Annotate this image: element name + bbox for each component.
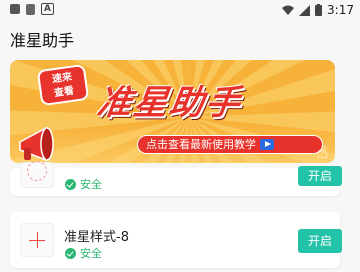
megaphone-icon (19, 126, 54, 162)
crosshair-thumbnail (20, 161, 54, 188)
status-bar: A 3:17 (0, 0, 360, 20)
notification-icon (10, 4, 20, 14)
item-name: 准星样式-8 (64, 230, 129, 245)
list-item[interactable]: 安全 开启 (10, 161, 342, 196)
tutorial-banner[interactable]: 速来 查看 准星助手 点击查看最新使用教学 ☝ (10, 60, 335, 163)
tutorial-link[interactable]: 点击查看最新使用教学 (137, 135, 323, 154)
sim-icon (26, 3, 35, 15)
hand-pointer-icon: ☝ (317, 142, 328, 163)
crosshair-thumbnail (20, 223, 54, 257)
banner-headline: 准星助手 (94, 83, 245, 123)
a-icon: A (41, 3, 54, 15)
hurry-badge: 速来 查看 (36, 63, 90, 107)
safe-label: 安全 (80, 178, 102, 191)
list-item[interactable]: 准星样式-8 安全 开启 (10, 212, 342, 268)
battery-icon (315, 4, 323, 16)
reticle-icon (27, 161, 47, 181)
safe-badge: 安全 (65, 176, 102, 192)
wifi-icon (282, 5, 295, 15)
enable-button[interactable]: 开启 (298, 229, 342, 253)
signal-icon (299, 4, 311, 16)
check-shield-icon (65, 178, 76, 190)
play-icon (260, 139, 274, 150)
enable-button[interactable]: 开启 (298, 166, 342, 186)
crosshair-icon (37, 232, 38, 248)
status-time: 3:17 (327, 3, 354, 17)
tutorial-link-label: 点击查看最新使用教学 (146, 138, 256, 151)
safe-badge: 安全 (65, 245, 102, 261)
page-title: 准星助手 (10, 31, 75, 50)
check-shield-icon (65, 247, 76, 259)
safe-label: 安全 (80, 247, 102, 260)
